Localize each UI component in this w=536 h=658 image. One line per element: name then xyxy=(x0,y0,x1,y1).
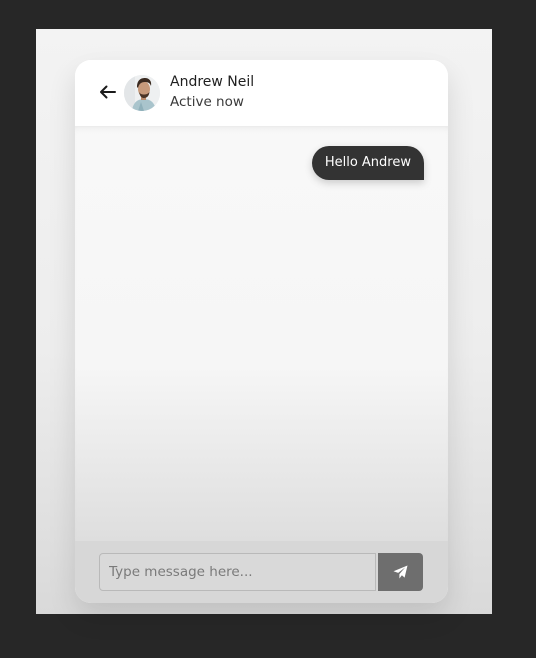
chat-window: Andrew Neil Active now Hello Andrew xyxy=(75,60,448,603)
paper-plane-icon xyxy=(393,565,408,579)
user-info: Andrew Neil Active now xyxy=(170,73,254,112)
chat-header: Andrew Neil Active now xyxy=(75,60,448,126)
user-name: Andrew Neil xyxy=(170,74,255,90)
message-composer xyxy=(75,541,448,603)
user-status: Active now xyxy=(170,94,244,110)
back-button[interactable] xyxy=(97,82,117,102)
outgoing-message: Hello Andrew xyxy=(311,146,424,180)
chat-message-list[interactable]: Hello Andrew xyxy=(75,126,448,541)
send-button[interactable] xyxy=(378,553,423,591)
message-input[interactable] xyxy=(99,553,376,591)
chat-viewport: Andrew Neil Active now Hello Andrew xyxy=(36,29,492,614)
avatar xyxy=(124,75,160,111)
arrow-left-icon xyxy=(99,85,116,99)
